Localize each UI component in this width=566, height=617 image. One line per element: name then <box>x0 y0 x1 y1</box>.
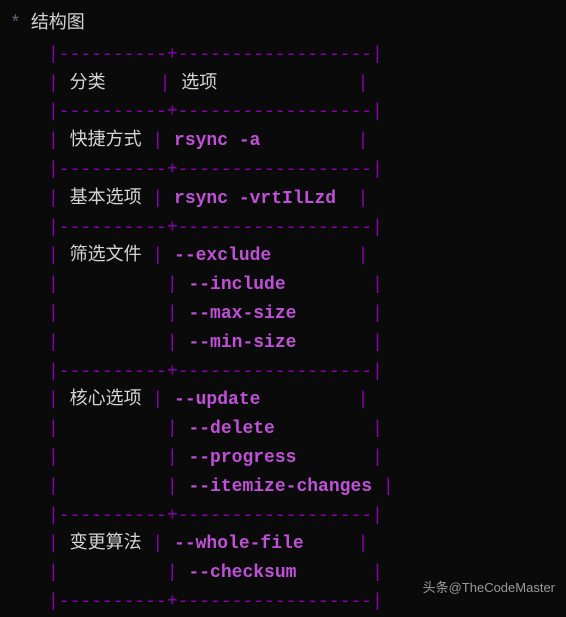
table-divider: |----------+------------------| <box>48 102 383 122</box>
row-value: --checksum <box>188 563 361 583</box>
page-title: 结构图 <box>31 10 85 39</box>
watermark: 头条@TheCodeMaster <box>420 578 558 599</box>
row-label: 筛选文件 <box>70 246 142 266</box>
row-value: --update <box>174 390 347 410</box>
row-label-empty <box>70 304 156 324</box>
row-label-empty <box>70 477 156 497</box>
row-value: --delete <box>188 419 361 439</box>
row-value: --min-size <box>188 333 361 353</box>
table-row: | | --itemize-changes | <box>48 473 566 502</box>
row-label-empty <box>70 563 156 583</box>
title-row: * 结构图 <box>10 10 566 39</box>
row-value: --whole-file <box>174 534 347 554</box>
col-header-category: 分类 <box>70 74 149 94</box>
row-label: 基本选项 <box>70 189 142 209</box>
table-divider: |----------+------------------| <box>48 160 383 180</box>
row-label-empty <box>70 419 156 439</box>
table-divider: |----------+------------------| <box>48 362 383 382</box>
table-divider: |----------+------------------| <box>48 506 383 526</box>
table-divider: |----------+------------------| <box>48 45 383 65</box>
table-row: | 快捷方式 | rsync -a | <box>48 127 566 156</box>
table-row: | | --min-size | <box>48 329 566 358</box>
row-label-empty <box>70 448 156 468</box>
row-label: 变更算法 <box>70 534 142 554</box>
row-label: 快捷方式 <box>70 131 142 151</box>
table-row: | 分类 | 选项 | <box>48 70 566 99</box>
row-value: --progress <box>188 448 361 468</box>
row-value: rsync -vrtIlLzd <box>174 189 347 209</box>
table-divider: |----------+------------------| <box>48 592 383 612</box>
row-label-empty <box>70 333 156 353</box>
table-row: | | --max-size | <box>48 300 566 329</box>
table-row: | 变更算法 | --whole-file | <box>48 530 566 559</box>
table-divider: |----------+------------------| <box>48 218 383 238</box>
table-row: | 基本选项 | rsync -vrtIlLzd | <box>48 185 566 214</box>
table-row: | 筛选文件 | --exclude | <box>48 242 566 271</box>
row-value: --itemize-changes <box>188 477 372 497</box>
row-value: --include <box>188 275 361 295</box>
table-row: | 核心选项 | --update | <box>48 386 566 415</box>
table-row: | | --progress | <box>48 444 566 473</box>
row-value: rsync -a <box>174 131 347 151</box>
bullet-icon: * <box>10 10 21 39</box>
table-row: | | --include | <box>48 271 566 300</box>
row-label: 核心选项 <box>70 390 142 410</box>
row-value: --exclude <box>174 246 347 266</box>
structure-table: |----------+------------------| | 分类 | 选项… <box>48 41 566 617</box>
row-value: --max-size <box>188 304 361 324</box>
row-label-empty <box>70 275 156 295</box>
col-header-option: 选项 <box>181 74 347 94</box>
table-row: | | --delete | <box>48 415 566 444</box>
